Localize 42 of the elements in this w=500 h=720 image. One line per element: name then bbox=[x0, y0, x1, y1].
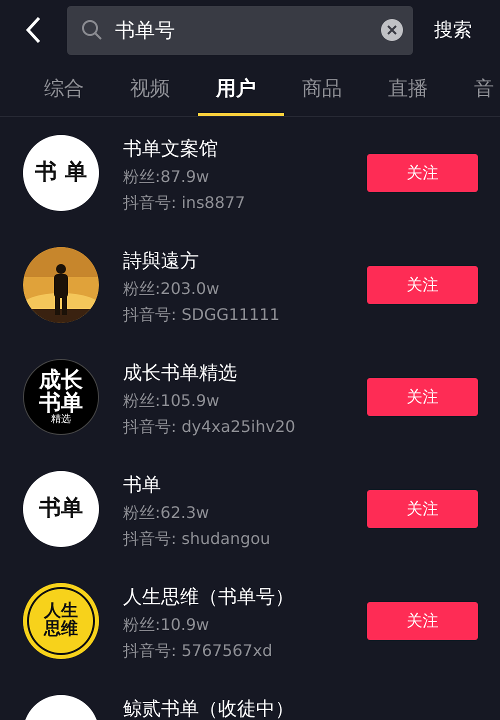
avatar-text: 精选 bbox=[51, 415, 71, 426]
tab[interactable]: 视频 bbox=[112, 60, 198, 116]
follow-button[interactable]: 关注 bbox=[367, 490, 478, 528]
account-id: 抖音号: dy4xa25ihv20 bbox=[123, 417, 296, 438]
avatar[interactable]: 成长 书单 精选 bbox=[23, 359, 99, 435]
follower-count: 粉丝:10.9w bbox=[123, 615, 210, 636]
user-name: 书单文案馆 bbox=[123, 137, 219, 162]
avatar-text: 书单 bbox=[39, 497, 83, 521]
tab[interactable]: 直播 bbox=[370, 60, 456, 116]
follower-count: 粉丝:105.9w bbox=[123, 391, 220, 412]
search-field[interactable]: 书单号 bbox=[67, 6, 413, 54]
follower-count: 粉丝:87.9w bbox=[123, 167, 210, 188]
user-name: 人生思维（书单号） bbox=[123, 585, 295, 610]
user-name: 鲸贰书单（收徒中） bbox=[123, 697, 295, 720]
avatar-text: 思维 bbox=[44, 621, 78, 639]
avatar-text: 成长 bbox=[39, 368, 83, 392]
user-name: 詩與遠方 bbox=[123, 249, 200, 274]
follower-count: 粉丝:62.3w bbox=[123, 503, 210, 524]
back-icon[interactable] bbox=[24, 15, 42, 45]
search-icon bbox=[81, 19, 103, 41]
avatar-text: 书 单 bbox=[35, 161, 87, 185]
account-id: 抖音号: ins8877 bbox=[123, 193, 246, 214]
follow-button[interactable]: 关注 bbox=[367, 378, 478, 416]
account-id: 抖音号: 5767567xd bbox=[123, 641, 274, 662]
follow-button[interactable]: 关注 bbox=[367, 602, 478, 640]
follow-button[interactable]: 关注 bbox=[367, 154, 478, 192]
search-button[interactable]: 搜索 bbox=[434, 17, 472, 43]
search-text: 书单号 bbox=[115, 16, 176, 44]
clear-icon[interactable] bbox=[381, 19, 403, 41]
tab[interactable]: 综合 bbox=[26, 60, 112, 116]
follower-count: 粉丝:203.0w bbox=[123, 279, 220, 300]
tab[interactable]: 音 bbox=[456, 60, 496, 116]
user-name: 成长书单精选 bbox=[123, 361, 238, 386]
tab[interactable]: 用户 bbox=[198, 60, 284, 116]
user-name: 书单 bbox=[123, 473, 162, 498]
avatar[interactable]: 书单 bbox=[23, 471, 99, 547]
account-id: 抖音号: SDGG11111 bbox=[123, 305, 281, 326]
avatar[interactable]: 人生 思维 bbox=[23, 583, 99, 659]
avatar[interactable]: 书 单 bbox=[23, 135, 99, 211]
follow-button[interactable]: 关注 bbox=[367, 266, 478, 304]
tab[interactable]: 商品 bbox=[284, 60, 370, 116]
account-id: 抖音号: shudangou bbox=[123, 529, 272, 550]
